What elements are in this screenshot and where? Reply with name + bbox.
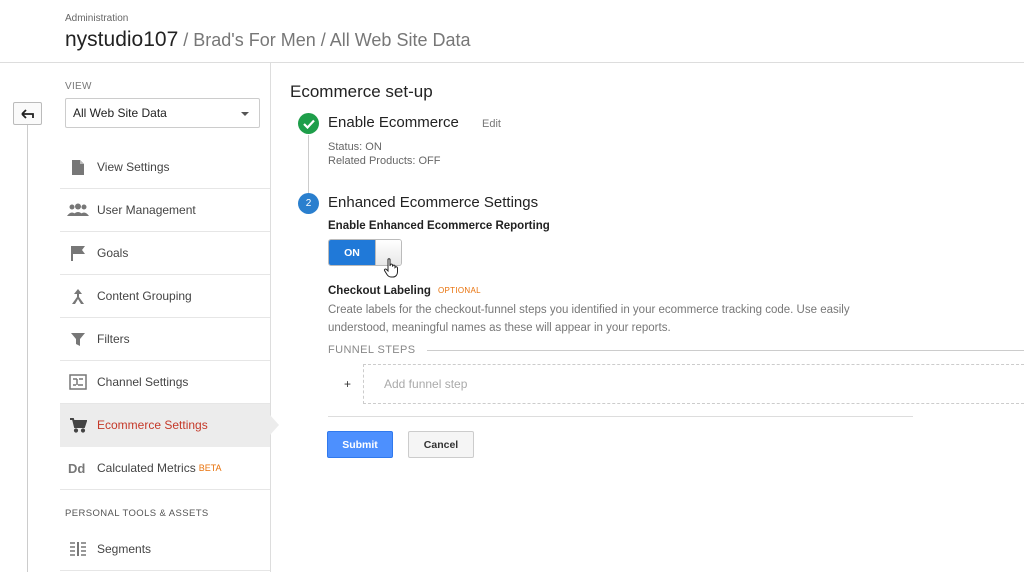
sidebar-item-calculated-metrics[interactable]: Dd Calculated Metrics BETA	[60, 447, 270, 490]
sidebar-item-label: View Settings	[97, 160, 170, 174]
sidebar: VIEW All Web Site Data View Settings Use…	[60, 63, 279, 572]
dd-icon: Dd	[67, 459, 89, 477]
sidebar-item-label: Segments	[97, 542, 152, 556]
status-text: Status: ON	[328, 141, 382, 153]
filter-icon	[67, 330, 89, 348]
checkout-description: Create labels for the checkout-funnel st…	[328, 304, 850, 334]
step2-title: Enhanced Ecommerce Settings	[328, 194, 539, 211]
check-icon	[298, 113, 319, 134]
account-name[interactable]: nystudio107	[65, 28, 178, 51]
main-title: Ecommerce set-up	[290, 82, 433, 101]
page-header: Administration nystudio107 / Brad's For …	[0, 0, 1024, 63]
chevron-down-icon	[241, 112, 249, 116]
breadcrumb[interactable]: / Brad's For Men / All Web Site Data	[178, 30, 470, 50]
segments-icon	[67, 540, 89, 558]
toggle-on-label: ON	[329, 240, 375, 265]
sidebar-item-segments[interactable]: Segments	[60, 528, 270, 571]
optional-badge: OPTIONAL	[438, 286, 481, 295]
add-funnel-step-input[interactable]: Add funnel step	[363, 364, 1024, 404]
page-title: nystudio107 / Brad's For Men / All Web S…	[65, 28, 470, 52]
sidebar-item-view-settings[interactable]: View Settings	[60, 146, 270, 189]
sidebar-item-label: Channel Settings	[97, 375, 189, 389]
rail-line	[27, 118, 28, 572]
divider	[427, 350, 1024, 351]
sidebar-item-label: User Management	[97, 203, 196, 217]
add-funnel-step-placeholder: Add funnel step	[384, 377, 468, 391]
sidebar-item-label: Goals	[97, 246, 129, 260]
step-connector	[308, 135, 309, 193]
checkout-labeling-label: Checkout Labeling	[328, 285, 431, 297]
enable-reporting-label: Enable Enhanced Ecommerce Reporting	[328, 220, 550, 232]
beta-badge: BETA	[198, 463, 222, 473]
related-products-text: Related Products: OFF	[328, 155, 441, 167]
sidebar-item-label: Calculated Metrics	[97, 461, 196, 475]
sidebar-item-filters[interactable]: Filters	[60, 318, 270, 361]
view-select-value: All Web Site Data	[73, 106, 167, 120]
sidebar-item-label: Filters	[97, 332, 130, 346]
back-arrow-icon	[20, 108, 34, 119]
content-grouping-icon	[67, 287, 89, 305]
sidebar-item-ecommerce-settings[interactable]: Ecommerce Settings	[60, 404, 279, 447]
sidebar-item-goals[interactable]: Goals	[60, 232, 270, 275]
channel-icon	[67, 373, 89, 391]
flag-icon	[67, 244, 89, 262]
users-icon	[67, 201, 89, 219]
sidebar-item-content-grouping[interactable]: Content Grouping	[60, 275, 270, 318]
sidebar-nav: View Settings User Management Goals Cont…	[60, 146, 279, 490]
step1-title: Enable Ecommerce	[328, 114, 459, 131]
funnel-steps-label: FUNNEL STEPS	[328, 344, 416, 356]
sidebar-item-channel-settings[interactable]: Channel Settings	[60, 361, 270, 404]
step-number-badge: 2	[298, 193, 319, 214]
sidebar-item-label: Ecommerce Settings	[97, 418, 208, 432]
divider	[328, 416, 913, 417]
cancel-button[interactable]: Cancel	[408, 431, 474, 458]
plus-icon[interactable]: +	[344, 377, 351, 391]
svg-text:Dd: Dd	[68, 461, 85, 475]
edit-link[interactable]: Edit	[482, 118, 501, 130]
sidebar-item-label: Content Grouping	[97, 289, 192, 303]
hand-cursor-icon	[383, 258, 398, 278]
back-button[interactable]	[13, 102, 42, 125]
admin-label: Administration	[65, 13, 129, 24]
section-title: PERSONAL TOOLS & ASSETS	[65, 508, 209, 519]
cart-icon	[67, 416, 89, 434]
submit-button[interactable]: Submit	[327, 431, 393, 458]
sidebar-item-user-management[interactable]: User Management	[60, 189, 270, 232]
document-icon	[67, 158, 89, 176]
view-select[interactable]: All Web Site Data	[65, 98, 260, 128]
view-label: VIEW	[65, 81, 92, 92]
tools-nav: Segments	[60, 528, 270, 571]
